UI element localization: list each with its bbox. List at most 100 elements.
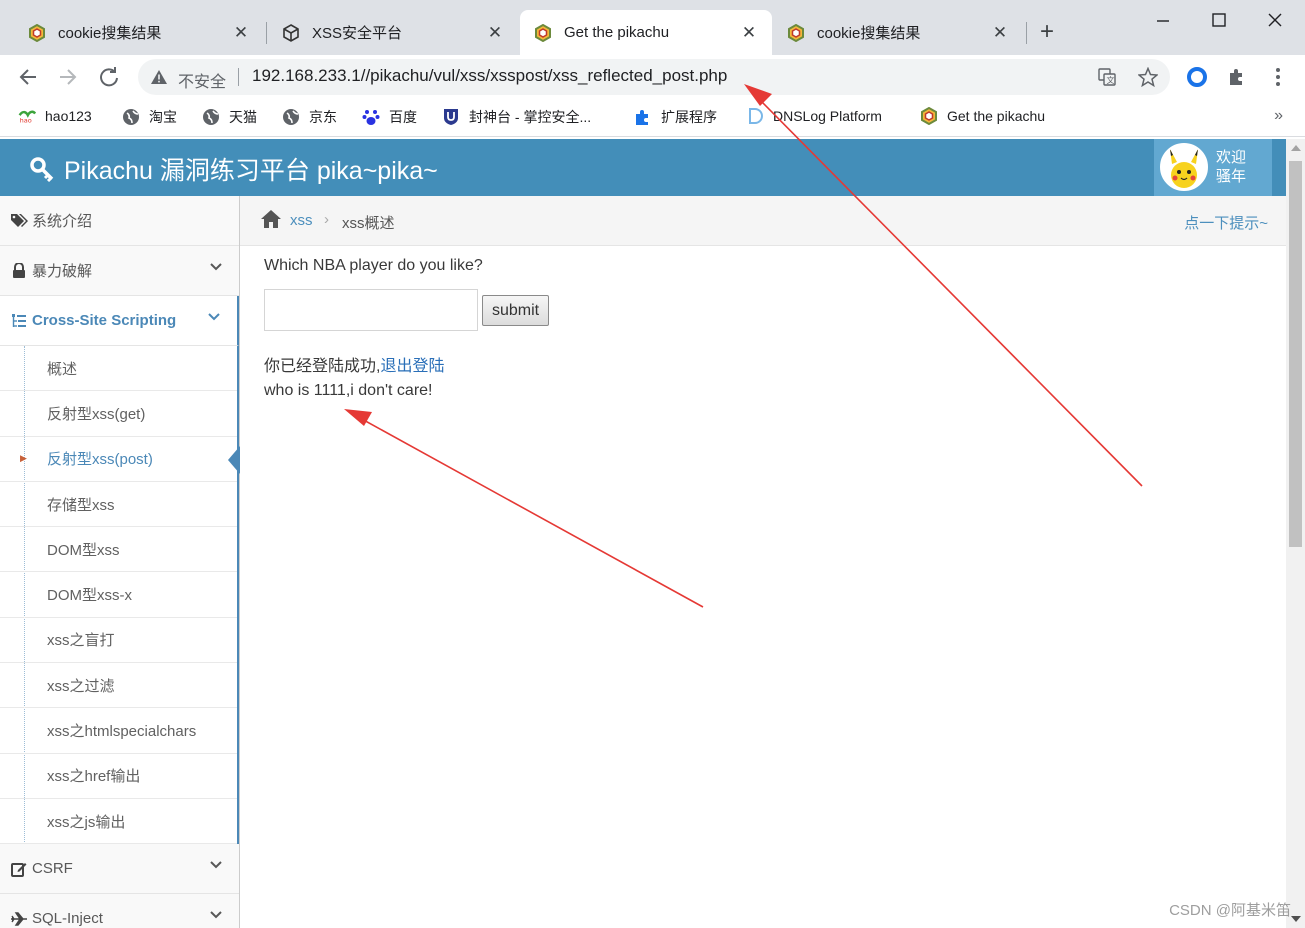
tab-title: XSS安全平台 xyxy=(312,25,403,42)
tab-title: cookie搜集结果 xyxy=(817,25,921,42)
sidebar-item-system-intro[interactable]: 系统介绍 xyxy=(0,196,239,246)
sidebar-item-reflected-post[interactable]: ▶ 反射型xss(post) xyxy=(0,437,240,482)
player-form: submit xyxy=(264,289,550,331)
browser-tab-cookie-1[interactable]: cookie搜集结果 ✕ xyxy=(14,10,264,55)
extensions-puzzle-icon[interactable] xyxy=(1226,66,1248,88)
globe-icon xyxy=(282,108,300,126)
hao123-icon: hao xyxy=(18,107,36,125)
brand-title: Pikachu 漏洞练习平台 pika~pika~ xyxy=(64,157,438,185)
new-tab-button[interactable]: + xyxy=(1040,18,1054,46)
page-scrollbar[interactable] xyxy=(1286,139,1305,928)
sidebar-item-label: CSRF xyxy=(32,860,73,878)
bookmark-extensions[interactable]: 扩展程序 xyxy=(634,107,717,127)
player-name-input[interactable] xyxy=(264,289,478,331)
bookmarks-overflow-button[interactable]: » xyxy=(1274,107,1283,125)
bookmark-jd[interactable]: 京东 xyxy=(282,107,337,127)
reload-icon[interactable] xyxy=(98,66,120,88)
sidebar-item-dom-xss[interactable]: DOM型xss xyxy=(0,527,237,573)
lock-icon xyxy=(13,262,25,278)
svg-text:文: 文 xyxy=(1107,75,1115,85)
logout-link[interactable]: 退出登陆 xyxy=(380,358,444,375)
sidebar-item-reflected-get[interactable]: 反射型xss(get) xyxy=(0,391,237,437)
sidebar-item-xss-htmlspecialchars[interactable]: xss之htmlspecialchars xyxy=(0,708,237,754)
security-label[interactable]: 不安全 xyxy=(178,68,226,92)
address-bar[interactable]: 不安全 192.168.233.1//pikachu/vul/xss/xsspo… xyxy=(138,59,1170,95)
window-close-icon[interactable] xyxy=(1268,13,1282,27)
browser-menu-icon[interactable] xyxy=(1268,66,1288,88)
sidebar-item-stored-xss[interactable]: 存储型xss xyxy=(0,482,237,528)
extension-circle-icon[interactable] xyxy=(1186,66,1208,88)
user-menu[interactable]: 欢迎 骚年 xyxy=(1154,139,1272,196)
bookmark-star-icon[interactable] xyxy=(1138,67,1158,87)
forward-arrow-icon[interactable] xyxy=(58,67,78,87)
result-panel: 你已经登陆成功,退出登陆 who is 1111,i don't care! xyxy=(264,355,549,403)
back-arrow-icon[interactable] xyxy=(18,67,38,87)
bookmark-tmall[interactable]: 天猫 xyxy=(202,107,257,127)
bookmark-dnslog[interactable]: DNSLog Platform xyxy=(746,107,882,125)
pikachu-avatar-icon xyxy=(1170,149,1198,188)
xss-output-text: who is 1111,i don't care! xyxy=(264,382,433,399)
tab-divider xyxy=(1026,22,1027,44)
bookmark-fengshentai[interactable]: 封神台 - 掌控安全... xyxy=(442,107,591,127)
home-icon[interactable] xyxy=(260,209,282,229)
bookmark-hao123[interactable]: hao hao123 xyxy=(18,107,92,125)
browser-tab-cookie-2[interactable]: cookie搜集结果 ✕ xyxy=(773,10,1023,55)
cube-icon xyxy=(283,23,299,42)
sidebar-item-brute-force[interactable]: 暴力破解 xyxy=(0,246,239,296)
submit-button[interactable]: submit xyxy=(482,295,550,326)
breadcrumb-link-xss[interactable]: xss xyxy=(290,212,313,229)
scroll-up-arrow-icon[interactable] xyxy=(1291,145,1301,151)
sidebar-item-label: 暴力破解 xyxy=(32,263,93,280)
browser-tab-pikachu[interactable]: Get the pikachu ✕ xyxy=(520,10,772,55)
login-status: 你已经登陆成功,退出登陆 xyxy=(264,355,549,379)
app-header: Pikachu 漏洞练习平台 pika~pika~ 欢迎 骚年 xyxy=(0,139,1286,196)
close-icon[interactable]: ✕ xyxy=(232,23,250,43)
edit-icon xyxy=(11,862,27,877)
close-icon[interactable]: ✕ xyxy=(991,23,1009,43)
browser-tab-xss-platform[interactable]: XSS安全平台 ✕ xyxy=(268,10,518,55)
app-brand[interactable]: Pikachu 漏洞练习平台 pika~pika~ xyxy=(30,151,438,187)
bookmark-baidu[interactable]: 百度 xyxy=(362,107,417,127)
sidebar-item-csrf[interactable]: CSRF xyxy=(0,844,239,895)
sidebar-item-xss-href[interactable]: xss之href输出 xyxy=(0,754,237,799)
sidebar-item-label: Cross-Site Scripting xyxy=(32,312,177,329)
hint-link[interactable]: 点一下提示~ xyxy=(1184,212,1268,233)
sidebar-item-xss[interactable]: Cross-Site Scripting xyxy=(0,296,239,346)
close-icon[interactable]: ✕ xyxy=(486,23,504,43)
bookmark-label: 京东 xyxy=(309,109,337,125)
scroll-down-arrow-icon[interactable] xyxy=(1291,916,1301,922)
close-icon[interactable]: ✕ xyxy=(740,23,758,43)
sidebar-item-xss-filter[interactable]: xss之过滤 xyxy=(0,663,237,709)
translate-icon[interactable]: 文 xyxy=(1098,68,1116,86)
sidebar-item-label: SQL-Inject xyxy=(32,910,103,928)
sidebar-item-xss-blind[interactable]: xss之盲打 xyxy=(0,618,237,664)
bookmark-label: 百度 xyxy=(389,109,417,125)
maximize-icon[interactable] xyxy=(1212,13,1226,27)
xss-submenu: 概述 反射型xss(get) ▶ 反射型xss(post) 存储型xss DOM… xyxy=(0,346,240,845)
bookmarks-bar: hao hao123 淘宝 天猫 京东 百度 封神台 - 掌控安全... 扩展程… xyxy=(0,99,1305,137)
sidebar-item-dom-xss-x[interactable]: DOM型xss-x xyxy=(0,572,237,618)
bookmark-label: 封神台 - 掌控安全... xyxy=(469,109,592,125)
welcome-line-1: 欢迎 xyxy=(1216,149,1247,166)
url-text[interactable]: 192.168.233.1//pikachu/vul/xss/xsspost/x… xyxy=(252,66,727,86)
bookmark-pikachu[interactable]: Get the pikachu xyxy=(920,107,1045,125)
welcome-line-2: 骚年 xyxy=(1216,168,1247,185)
bookmark-taobao[interactable]: 淘宝 xyxy=(122,107,177,127)
pikachu-logo-icon xyxy=(920,107,938,125)
sidebar: 系统介绍 暴力破解 Cross-Site Scripting 概述 反射型xss… xyxy=(0,196,240,928)
chevron-down-icon xyxy=(210,911,222,919)
sidebar-item-sql-inject[interactable]: SQL-Inject xyxy=(0,894,239,928)
scrollbar-thumb[interactable] xyxy=(1289,161,1302,547)
sidebar-item-xss-js[interactable]: xss之js输出 xyxy=(0,799,237,845)
sidebar-item-xss-overview[interactable]: 概述 xyxy=(0,346,237,392)
address-divider xyxy=(238,68,239,86)
watermark: CSDN @阿基米笛 xyxy=(1169,902,1291,919)
minimize-icon[interactable] xyxy=(1156,14,1170,28)
puzzle-icon xyxy=(634,108,652,126)
chevron-down-icon xyxy=(208,313,220,321)
page-viewport: Pikachu 漏洞练习平台 pika~pika~ 欢迎 骚年 系统介绍 暴力破… xyxy=(0,139,1286,928)
active-caret-icon: ▶ xyxy=(20,453,27,464)
avatar xyxy=(1160,143,1208,191)
bookmark-label: DNSLog Platform xyxy=(773,108,882,124)
globe-icon xyxy=(122,108,140,126)
